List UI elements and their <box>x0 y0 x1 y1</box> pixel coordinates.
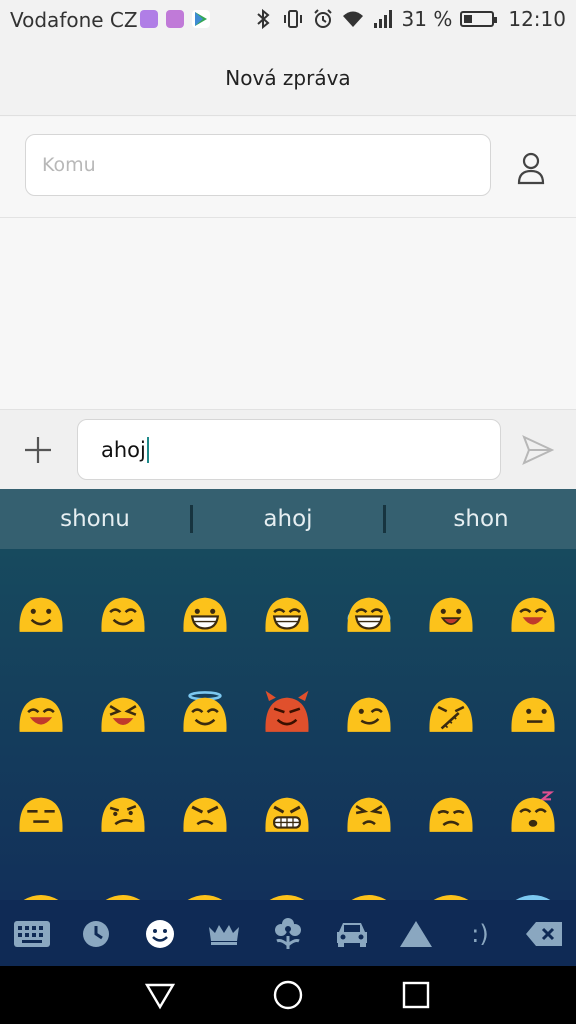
emoji-smiling-devil[interactable] <box>258 689 316 737</box>
compose-row: ahoj <box>0 409 576 489</box>
clock-time: 12:10 <box>508 7 566 31</box>
emoji-partial[interactable] <box>94 889 152 900</box>
emoji-sweat-smile[interactable] <box>12 689 70 737</box>
triangle-symbol-icon[interactable] <box>396 914 436 954</box>
emoji-slightly-smiling[interactable] <box>12 589 70 637</box>
carrier-name: Vodafone CZ <box>10 8 138 32</box>
message-text: ahoj <box>101 437 146 462</box>
emoji-angry[interactable] <box>176 789 234 837</box>
emoji-partial[interactable] <box>504 889 562 900</box>
car-icon[interactable] <box>332 914 372 954</box>
emoji-row <box>0 689 576 789</box>
navigation-bar <box>0 966 576 1024</box>
keyboard-icon[interactable] <box>12 914 52 954</box>
emoji-wink[interactable] <box>340 689 398 737</box>
emoji-grinning-big[interactable] <box>258 589 316 637</box>
recents-icon[interactable] <box>400 979 432 1011</box>
emoji-squinting-laugh[interactable] <box>94 689 152 737</box>
status-bar: Vodafone CZ 31 % 12:10 <box>0 0 576 40</box>
recipient-input[interactable]: Komu <box>25 134 491 196</box>
signal-icon <box>373 10 392 28</box>
backspace-icon[interactable] <box>524 914 564 954</box>
emoji-confused[interactable] <box>94 789 152 837</box>
recipient-placeholder: Komu <box>42 154 96 176</box>
emoji-partial[interactable] <box>258 889 316 900</box>
text-caret <box>146 436 149 463</box>
suggestion-bar: shonu ahoj shon <box>0 489 576 549</box>
suggestion-2[interactable]: ahoj <box>193 506 383 532</box>
emoji-smiling-blush[interactable] <box>94 589 152 637</box>
emoji-partial[interactable] <box>422 889 480 900</box>
emoji-row <box>0 789 576 889</box>
vibrate-icon <box>283 10 302 28</box>
send-icon[interactable] <box>522 435 554 465</box>
back-icon[interactable] <box>144 979 176 1011</box>
message-input[interactable]: ahoj <box>77 419 501 480</box>
home-icon[interactable] <box>272 979 304 1011</box>
emoji-grinning[interactable] <box>176 589 234 637</box>
gallery-app-icon <box>166 10 184 28</box>
emoji-sleeping[interactable] <box>504 789 562 837</box>
keyboard-app-icon <box>140 10 158 28</box>
bluetooth-icon <box>256 8 270 30</box>
emoticon-text-icon[interactable]: :) <box>460 914 500 954</box>
flower-icon[interactable] <box>268 914 308 954</box>
emoji-grimacing[interactable] <box>258 789 316 837</box>
person-icon[interactable] <box>515 151 547 185</box>
crown-icon[interactable] <box>204 914 244 954</box>
smiley-icon[interactable] <box>140 914 180 954</box>
suggestion-1[interactable]: shonu <box>0 506 190 532</box>
page-title: Nová zpráva <box>225 65 351 90</box>
plus-icon[interactable] <box>22 434 54 466</box>
emoji-row <box>0 589 576 689</box>
suggestion-3[interactable]: shon <box>386 506 576 532</box>
play-store-icon <box>192 10 210 28</box>
message-area <box>0 218 576 409</box>
title-bar: Nová zpráva <box>0 40 576 116</box>
recipient-row: Komu <box>0 117 576 218</box>
recent-clock-icon[interactable] <box>76 914 116 954</box>
emoticon-label: :) <box>471 920 489 948</box>
emoji-row-partial <box>0 889 576 900</box>
emoji-expressionless[interactable] <box>12 789 70 837</box>
emoji-laughing-blush[interactable] <box>504 589 562 637</box>
keyboard-toolbar: :) <box>0 900 576 966</box>
battery-icon <box>460 11 498 27</box>
wifi-icon <box>342 11 363 27</box>
emoji-open-mouth-smile[interactable] <box>422 589 480 637</box>
emoji-zipper-worried[interactable] <box>422 689 480 737</box>
emoji-side-glance[interactable] <box>504 689 562 737</box>
emoji-pouting[interactable] <box>340 789 398 837</box>
emoji-partial[interactable] <box>340 889 398 900</box>
battery-percent: 31 % <box>401 7 453 31</box>
emoji-sad-drooping[interactable] <box>422 789 480 837</box>
emoji-tears-of-joy[interactable] <box>340 589 398 637</box>
emoji-partial[interactable] <box>176 889 234 900</box>
alarm-icon <box>313 9 332 28</box>
emoji-halo-smile[interactable] <box>176 689 234 737</box>
emoji-partial[interactable] <box>12 889 70 900</box>
emoji-grid <box>0 549 576 900</box>
